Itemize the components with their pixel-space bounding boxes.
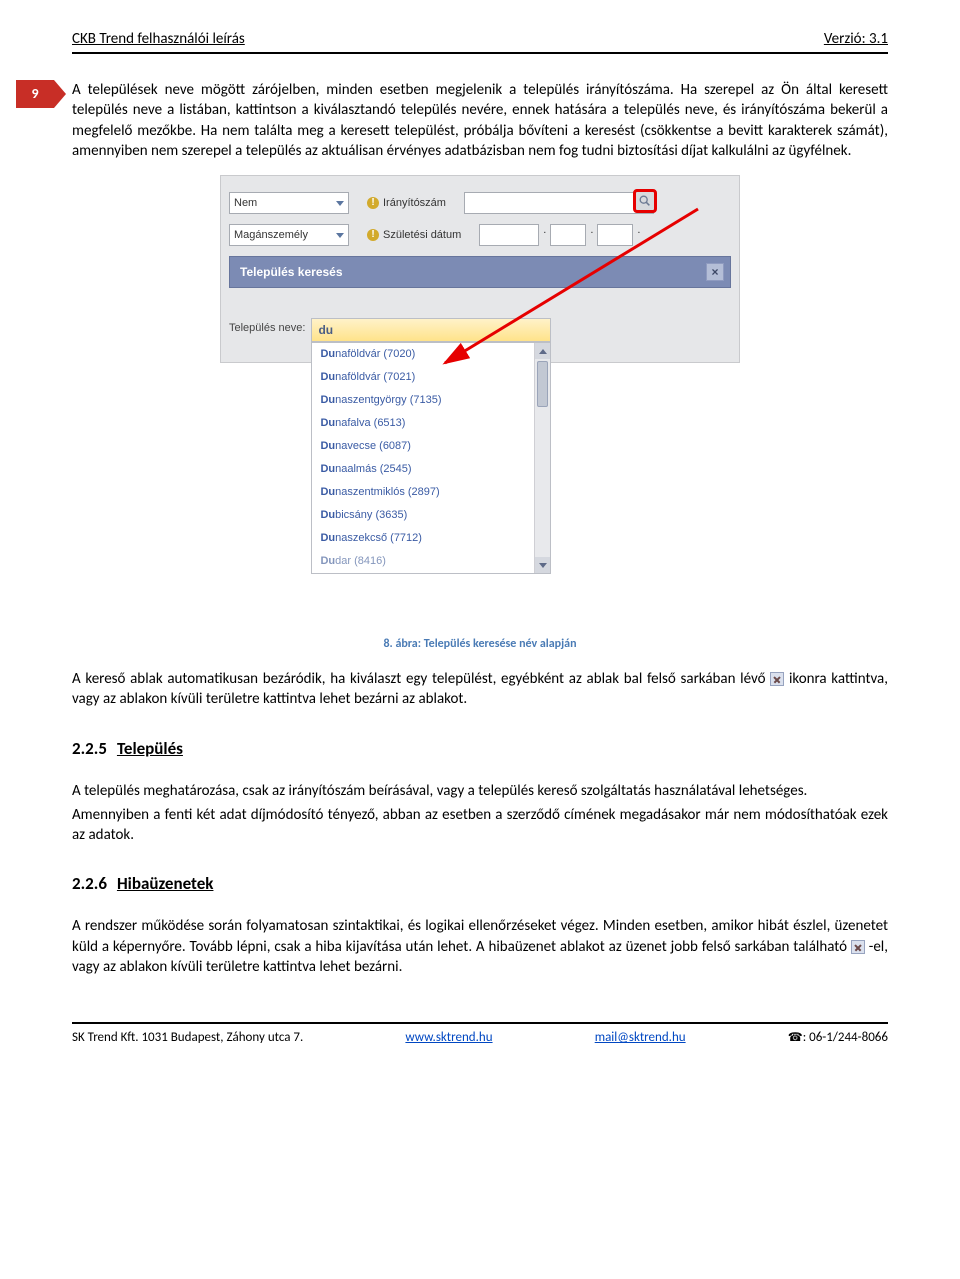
warning-icon: ! bbox=[367, 229, 379, 241]
label-telepules-neve: Település neve: bbox=[229, 318, 305, 334]
embedded-screenshot: Nem ! Irányítószám Magánszemély ! bbox=[220, 175, 740, 363]
close-icon bbox=[770, 672, 784, 686]
section-heading-225: 2.2.5Település bbox=[72, 738, 888, 759]
label-iranyitoszam: Irányítószám bbox=[383, 197, 446, 209]
phone-icon: ☎ bbox=[788, 1031, 803, 1045]
footer-web-link[interactable]: www.sktrend.hu bbox=[405, 1030, 492, 1045]
para-intro: A települések neve mögött zárójelben, mi… bbox=[72, 80, 888, 161]
autocomplete-option[interactable]: Dunaalmás (2545) bbox=[312, 458, 550, 481]
search-icon[interactable] bbox=[633, 189, 657, 213]
para-closing-hint: A kereső ablak automatikusan bezáródik, … bbox=[72, 669, 888, 710]
doc-version: Verzió: 3.1 bbox=[824, 30, 888, 48]
chevron-down-icon bbox=[336, 201, 344, 206]
autocomplete-dropdown: Dunaföldvár (7020)Dunaföldvár (7021)Duna… bbox=[311, 342, 551, 574]
header-rule bbox=[72, 52, 888, 54]
para-226: A rendszer működése során folyamatosan s… bbox=[72, 916, 888, 977]
figure-caption: 8. ábra: Település keresése név alapján bbox=[72, 637, 888, 651]
footer-tel: ☎: 06-1/244-8066 bbox=[788, 1030, 888, 1045]
select-nem[interactable]: Nem bbox=[229, 192, 349, 214]
warning-icon: ! bbox=[367, 197, 379, 209]
autocomplete-option[interactable]: Dunaszentgyörgy (7135) bbox=[312, 389, 550, 412]
page-footer: SK Trend Kft. 1031 Budapest, Záhony utca… bbox=[72, 1022, 888, 1045]
autocomplete-option[interactable]: Dunaföldvár (7020) bbox=[312, 343, 550, 366]
autocomplete-option[interactable]: Dudar (8416) bbox=[312, 550, 550, 573]
doc-title: CKB Trend felhasználói leírás bbox=[72, 30, 245, 48]
close-icon[interactable]: × bbox=[706, 263, 724, 281]
section-heading-226: 2.2.6Hibaüzenetek bbox=[72, 873, 888, 894]
input-birth-year[interactable] bbox=[479, 224, 539, 246]
autocomplete-option[interactable]: Dunaszekcső (7712) bbox=[312, 527, 550, 550]
autocomplete-option[interactable]: Dunafalva (6513) bbox=[312, 412, 550, 435]
autocomplete-option[interactable]: Dunaföldvár (7021) bbox=[312, 366, 550, 389]
input-birth-month[interactable] bbox=[550, 224, 586, 246]
autocomplete-option[interactable]: Dunaszentmiklós (2897) bbox=[312, 481, 550, 504]
dialog-title-bar: Település keresés × bbox=[229, 256, 731, 288]
autocomplete-option[interactable]: Dubicsány (3635) bbox=[312, 504, 550, 527]
scroll-down-icon[interactable] bbox=[535, 557, 550, 573]
input-birth-day[interactable] bbox=[597, 224, 633, 246]
autocomplete-option[interactable]: Dunavecse (6087) bbox=[312, 435, 550, 458]
close-icon bbox=[851, 940, 865, 954]
scroll-thumb[interactable] bbox=[537, 361, 548, 407]
para-225-2: Amennyiben a fenti két adat díjmódosító … bbox=[72, 805, 888, 846]
scrollbar[interactable] bbox=[534, 343, 550, 573]
scroll-up-icon[interactable] bbox=[535, 343, 550, 359]
select-maganszemely[interactable]: Magánszemély bbox=[229, 224, 349, 246]
footer-company: SK Trend Kft. 1031 Budapest, Záhony utca… bbox=[72, 1030, 303, 1045]
para-225-1: A település meghatározása, csak az irány… bbox=[72, 781, 888, 801]
input-iranyitoszam[interactable] bbox=[464, 192, 654, 214]
label-szuletesi-datum: Születési dátum bbox=[383, 229, 461, 241]
chevron-down-icon bbox=[336, 233, 344, 238]
page-number-marker: 9 bbox=[16, 80, 54, 108]
footer-mail-link[interactable]: mail@sktrend.hu bbox=[595, 1030, 686, 1045]
input-telepules-search[interactable] bbox=[311, 318, 551, 342]
